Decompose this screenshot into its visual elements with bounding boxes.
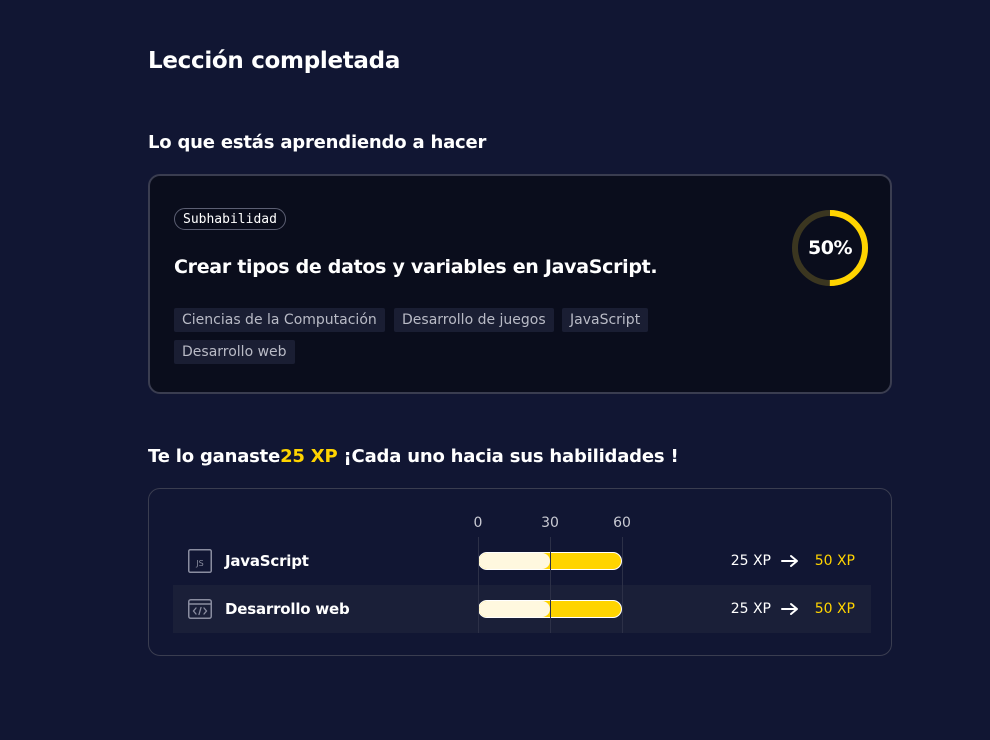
progress-percentage: 50%	[808, 237, 852, 259]
xp-row-name: JavaScript	[225, 552, 309, 570]
arrow-right-icon	[781, 555, 798, 567]
xp-to: 50 XP	[814, 553, 855, 569]
scale-label-60: 60	[613, 515, 631, 531]
subskill-title: Crear tipos de datos y variables en Java…	[174, 256, 658, 278]
tag-computer-science: Ciencias de la Computación	[174, 308, 385, 332]
js-file-icon: JS	[188, 549, 212, 573]
tag-web-development: Desarrollo web	[174, 340, 295, 364]
tag-game-development: Desarrollo de juegos	[394, 308, 554, 332]
subskill-badge: Subhabilidad	[174, 208, 286, 230]
xp-bar-previous	[479, 553, 550, 569]
xp-title-amount: 25 XP	[280, 446, 338, 467]
scale-label-0: 0	[473, 515, 483, 531]
svg-text:JS: JS	[195, 559, 203, 568]
scale-label-30: 30	[541, 515, 559, 531]
page-title: Lección completada	[148, 48, 401, 74]
scale-gridline	[550, 537, 551, 633]
xp-section-title: Te lo ganaste25 XP ¡Cada uno hacia sus h…	[148, 446, 679, 467]
subskill-card: Subhabilidad Crear tipos de datos y vari…	[148, 174, 892, 394]
code-window-icon	[188, 599, 212, 619]
xp-title-prefix: Te lo ganaste	[148, 446, 281, 467]
xp-from: 25 XP	[730, 553, 771, 569]
xp-progress-card: 0 30 60 JS JavaScript 25 XP 50 XP Desarr…	[148, 488, 892, 656]
xp-bar-previous	[479, 601, 550, 617]
xp-row-web-development: Desarrollo web 25 XP 50 XP	[173, 585, 871, 633]
tag-javascript: JavaScript	[562, 308, 649, 332]
scale-gridline	[622, 537, 623, 633]
xp-title-suffix: ¡Cada uno hacia sus habilidades !	[337, 446, 679, 467]
xp-to: 50 XP	[814, 601, 855, 617]
arrow-right-icon	[781, 603, 798, 615]
xp-row-name: Desarrollo web	[225, 600, 350, 618]
xp-from: 25 XP	[730, 601, 771, 617]
learning-section-title: Lo que estás aprendiendo a hacer	[148, 132, 487, 153]
xp-row-javascript: JS JavaScript 25 XP 50 XP	[173, 537, 871, 585]
scale-gridline	[478, 537, 479, 633]
